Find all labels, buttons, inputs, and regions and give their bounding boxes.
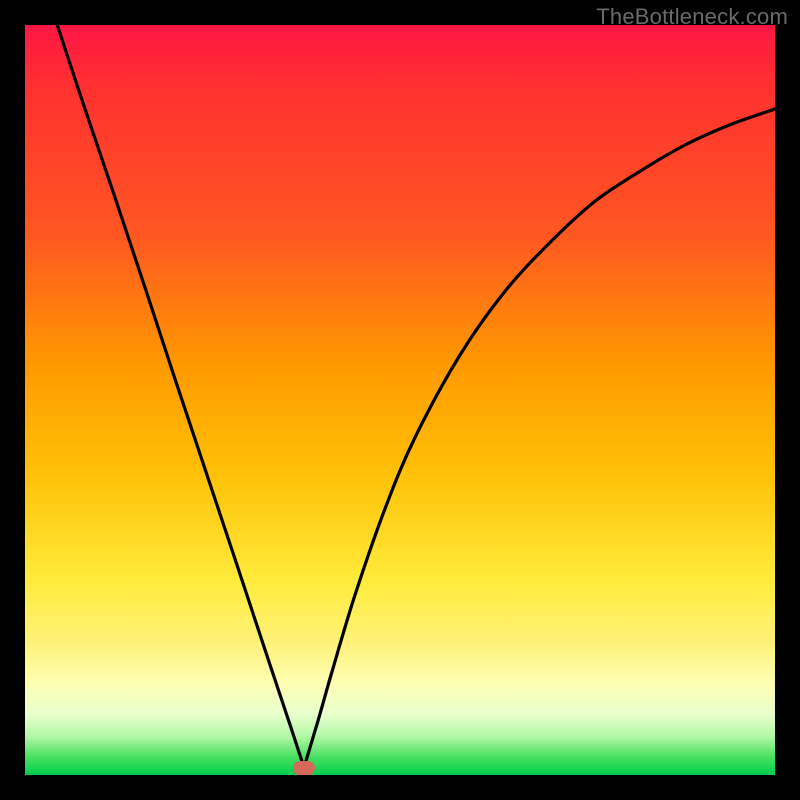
curve-path — [57, 25, 775, 768]
chart-frame: TheBottleneck.com — [0, 0, 800, 800]
minimum-marker — [293, 761, 315, 775]
bottleneck-curve — [25, 25, 775, 775]
plot-area — [25, 25, 775, 775]
